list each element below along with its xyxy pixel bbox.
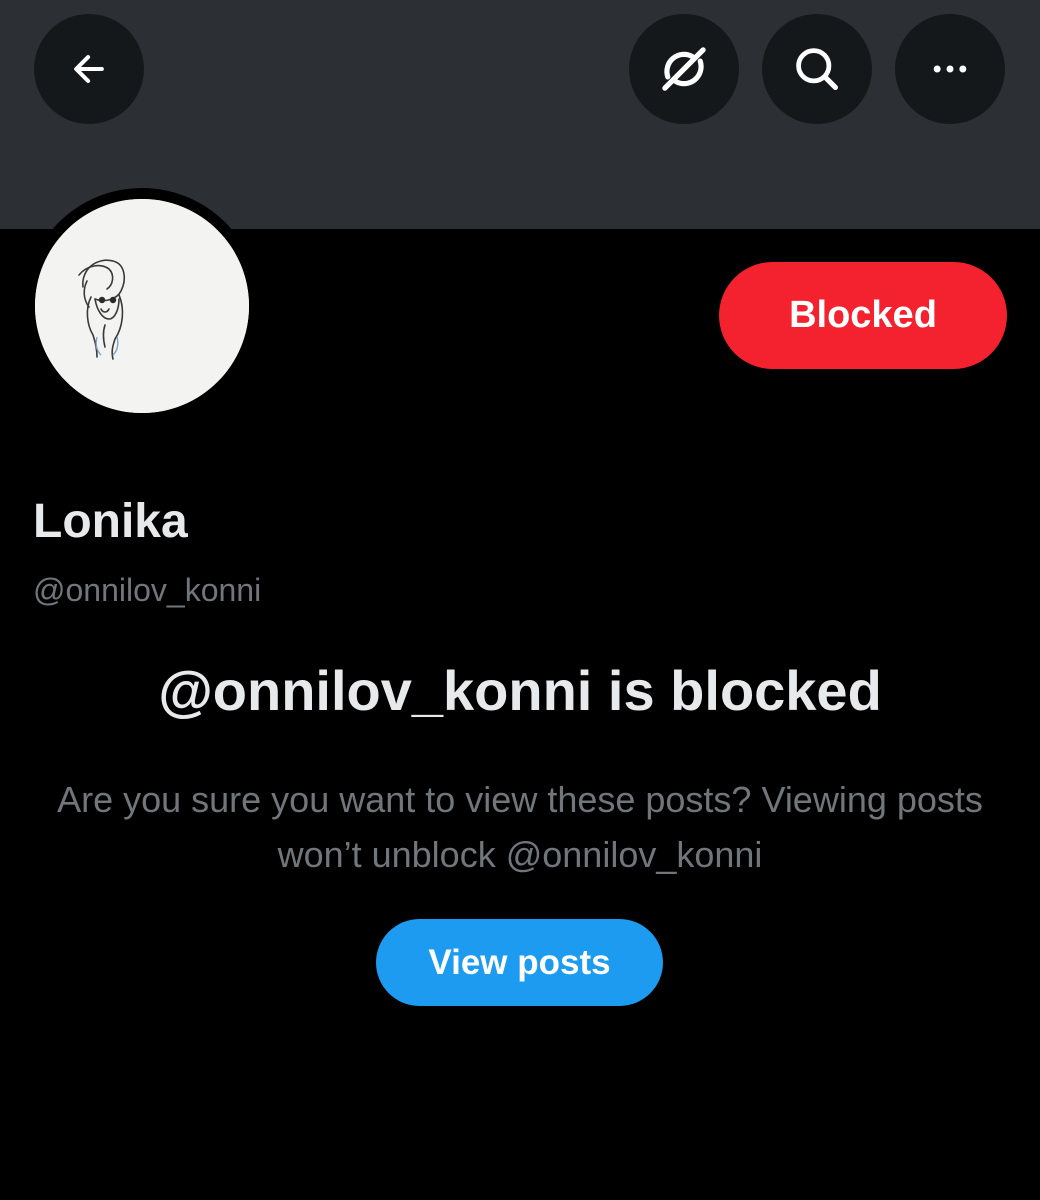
search-icon <box>796 48 839 91</box>
more-horizontal-icon <box>933 65 967 73</box>
user-handle: @onnilov_konni <box>33 572 262 608</box>
blocked-description: Are you sure you want to view these post… <box>57 779 983 875</box>
grok-button[interactable] <box>629 14 739 124</box>
avatar[interactable] <box>35 199 249 413</box>
view-posts-button[interactable]: View posts <box>376 919 663 1006</box>
arrow-left-icon <box>74 55 104 83</box>
display-name: Lonika <box>33 495 188 548</box>
sketch-avatar <box>35 199 249 413</box>
more-options-button[interactable] <box>895 14 1005 124</box>
grok-icon <box>662 47 706 91</box>
search-button[interactable] <box>762 14 872 124</box>
back-button[interactable] <box>34 14 144 124</box>
blocked-button[interactable]: Blocked <box>719 262 1007 369</box>
blocked-title: @onnilov_konni is blocked <box>158 659 882 722</box>
